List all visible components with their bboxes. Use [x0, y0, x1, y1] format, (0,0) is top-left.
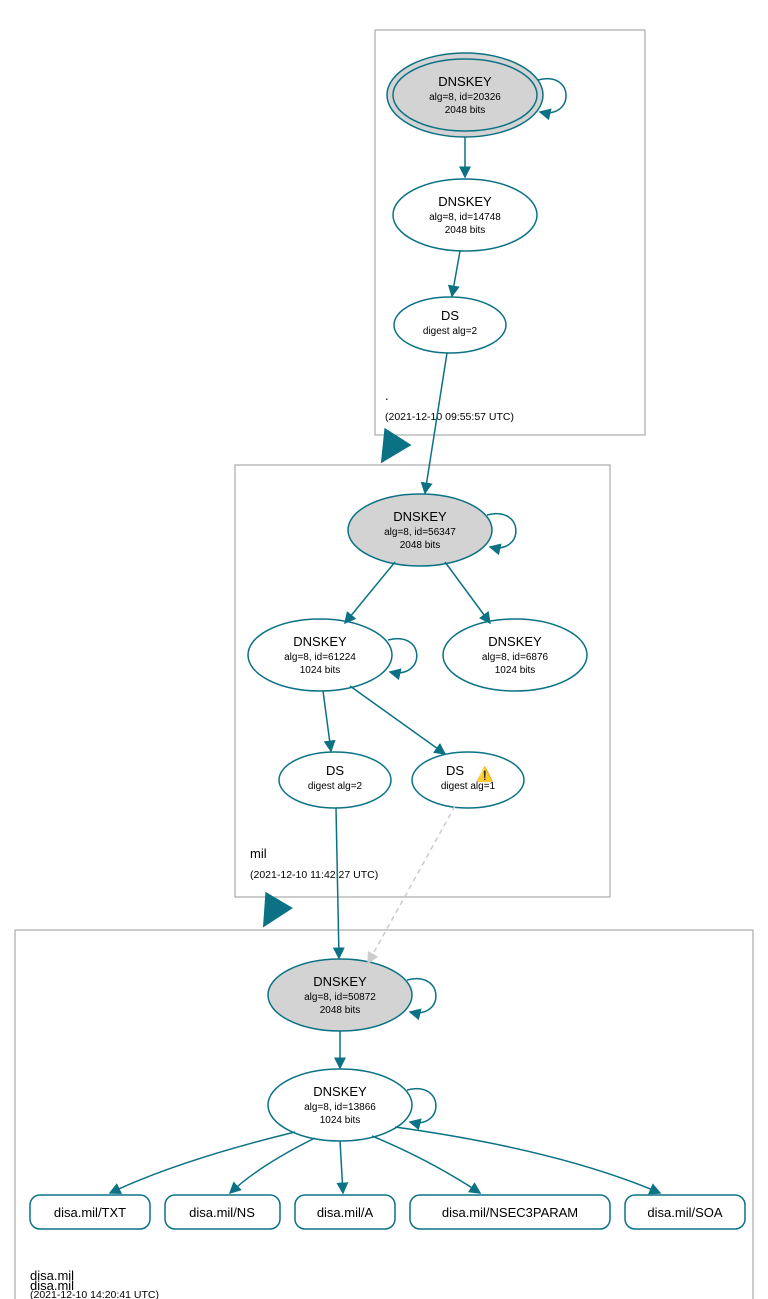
edge-mil-ds2-disa-ksk — [336, 808, 339, 958]
node-mil-ds1: DS ⚠️ digest alg=1 — [412, 752, 524, 808]
svg-text:alg=8, id=50872: alg=8, id=50872 — [304, 992, 376, 1003]
svg-text:disa.mil/NSEC3PARAM: disa.mil/NSEC3PARAM — [442, 1205, 578, 1220]
edge-mil-zsk1-ds2 — [323, 691, 331, 751]
svg-text:DNSKEY: DNSKEY — [393, 509, 447, 524]
svg-text:disa.mil/A: disa.mil/A — [317, 1205, 374, 1220]
svg-text:DS: DS — [441, 308, 459, 323]
svg-text:DNSKEY: DNSKEY — [293, 634, 347, 649]
edge-zsk-nsec3 — [372, 1136, 480, 1193]
zone-label-root: . — [385, 388, 389, 403]
node-mil-ds2: DS digest alg=2 — [279, 752, 391, 808]
rr-row: disa.mil/TXT disa.mil/NS disa.mil/A disa… — [30, 1195, 745, 1229]
node-root-ksk: DNSKEY alg=8, id=20326 2048 bits — [387, 53, 543, 137]
edge-mil-ds1-disa-ksk — [368, 806, 455, 963]
svg-text:DNSKEY: DNSKEY — [438, 194, 492, 209]
svg-text:alg=8, id=6876: alg=8, id=6876 — [482, 652, 549, 663]
svg-text:DNSKEY: DNSKEY — [488, 634, 542, 649]
svg-text:digest alg=2: digest alg=2 — [423, 326, 478, 337]
svg-text:digest alg=1: digest alg=1 — [441, 781, 496, 792]
dnssec-chain-diagram: . (2021-12-10 09:55:57 UTC) DNSKEY alg=8… — [0, 0, 768, 1299]
node-root-ds: DS digest alg=2 — [394, 297, 506, 353]
svg-text:alg=8, id=56347: alg=8, id=56347 — [384, 527, 456, 538]
node-root-zsk: DNSKEY alg=8, id=14748 2048 bits — [393, 179, 537, 251]
edge-zone-root-mil — [383, 438, 397, 460]
zone-ts-root: (2021-12-10 09:55:57 UTC) — [385, 411, 514, 423]
svg-text:2048 bits: 2048 bits — [400, 540, 441, 551]
svg-text:1024 bits: 1024 bits — [320, 1115, 361, 1126]
edge-zsk-a — [340, 1141, 343, 1193]
zone-ts-disa2: (2021-12-10 14:20:41 UTC) — [30, 1289, 159, 1299]
svg-text:DNSKEY: DNSKEY — [313, 1084, 367, 1099]
svg-text:1024 bits: 1024 bits — [495, 665, 536, 676]
edge-mil-ksk-zsk2 — [445, 562, 490, 623]
edge-mil-ksk-zsk1 — [345, 562, 395, 623]
svg-text:1024 bits: 1024 bits — [300, 665, 341, 676]
edge-root-zsk-ds — [452, 251, 460, 296]
svg-text:2048 bits: 2048 bits — [445, 225, 486, 236]
node-mil-ksk: DNSKEY alg=8, id=56347 2048 bits — [348, 494, 492, 566]
zone-label-disa2: disa.mil — [30, 1268, 74, 1283]
svg-text:2048 bits: 2048 bits — [445, 105, 486, 116]
edge-mil-zsk1-ds1 — [350, 686, 445, 754]
edge-zsk-txt — [110, 1132, 295, 1193]
svg-text:alg=8, id=20326: alg=8, id=20326 — [429, 92, 501, 103]
svg-text:disa.mil/SOA: disa.mil/SOA — [647, 1205, 722, 1220]
node-disa-zsk: DNSKEY alg=8, id=13866 1024 bits — [268, 1069, 412, 1141]
svg-text:DS: DS — [326, 763, 344, 778]
node-mil-zsk1: DNSKEY alg=8, id=61224 1024 bits — [248, 619, 392, 691]
svg-text:disa.mil/NS: disa.mil/NS — [189, 1205, 255, 1220]
zone-ts-mil: (2021-12-10 11:42:27 UTC) — [250, 869, 378, 881]
edge-root-ds-mil-ksk — [425, 353, 447, 493]
svg-text:digest alg=2: digest alg=2 — [308, 781, 363, 792]
svg-text:disa.mil/TXT: disa.mil/TXT — [54, 1205, 126, 1220]
svg-text:alg=8, id=13866: alg=8, id=13866 — [304, 1102, 376, 1113]
svg-text:2048 bits: 2048 bits — [320, 1005, 361, 1016]
svg-text:alg=8, id=61224: alg=8, id=61224 — [284, 652, 356, 663]
edge-zsk-soa — [395, 1127, 660, 1193]
svg-text:DS: DS — [446, 763, 464, 778]
svg-text:DNSKEY: DNSKEY — [313, 974, 367, 989]
svg-text:alg=8, id=14748: alg=8, id=14748 — [429, 212, 501, 223]
node-mil-zsk2: DNSKEY alg=8, id=6876 1024 bits — [443, 619, 587, 691]
zone-label-mil: mil — [250, 846, 267, 861]
edge-zone-mil-disa — [265, 902, 278, 924]
node-disa-ksk: DNSKEY alg=8, id=50872 2048 bits — [268, 959, 412, 1031]
svg-text:DNSKEY: DNSKEY — [438, 74, 492, 89]
